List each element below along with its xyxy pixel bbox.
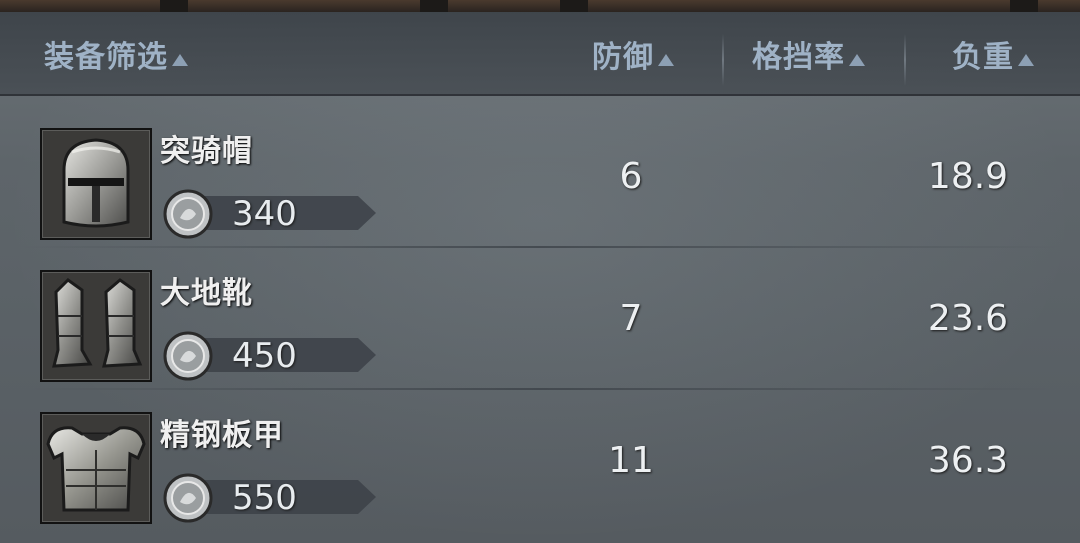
header-divider: [722, 34, 724, 86]
table-header: 装备筛选 防御 格挡率 负重: [0, 12, 1080, 96]
item-price: 340: [232, 194, 297, 234]
helmet-icon: [40, 128, 152, 240]
equipment-panel: 装备筛选 防御 格挡率 负重 突骑帽 340 6 18.9 大地靴 450 7 …: [0, 0, 1080, 543]
equipment-row[interactable]: 精钢板甲 550 11 36.3: [0, 390, 1080, 532]
item-name: 突骑帽: [160, 134, 253, 169]
sort-arrow-icon: [172, 54, 188, 66]
defense-value: 11: [608, 440, 654, 481]
block-rate-label: 格挡率: [752, 40, 845, 75]
equipment-row[interactable]: 突骑帽 340 6 18.9: [0, 106, 1080, 248]
defense-sort[interactable]: 防御: [592, 12, 674, 96]
item-price: 550: [232, 478, 297, 518]
silver-coin-icon: [163, 331, 213, 381]
block-rate-sort[interactable]: 格挡率: [752, 12, 865, 96]
equipment-filter-sort[interactable]: 装备筛选: [44, 12, 188, 96]
top-frame: [0, 0, 1080, 12]
plate-armor-icon: [40, 412, 152, 524]
defense-value: 7: [619, 298, 643, 339]
header-divider: [904, 34, 906, 86]
boots-icon: [40, 270, 152, 382]
price-tag: 450: [163, 331, 376, 381]
defense-value: 6: [619, 156, 643, 197]
weight-value: 23.6: [927, 298, 1009, 339]
sort-arrow-icon: [658, 54, 674, 66]
weight-sort[interactable]: 负重: [952, 12, 1034, 96]
price-tag: 550: [163, 473, 376, 523]
equipment-row[interactable]: 大地靴 450 7 23.6: [0, 248, 1080, 390]
price-tag: 340: [163, 189, 376, 239]
item-name: 大地靴: [160, 276, 253, 311]
defense-label: 防御: [592, 40, 654, 75]
item-name: 精钢板甲: [160, 418, 284, 453]
silver-coin-icon: [163, 189, 213, 239]
weight-value: 36.3: [927, 440, 1009, 481]
sort-arrow-icon: [849, 54, 865, 66]
weight-value: 18.9: [927, 156, 1009, 197]
item-price: 450: [232, 336, 297, 376]
silver-coin-icon: [163, 473, 213, 523]
sort-arrow-icon: [1018, 54, 1034, 66]
weight-label: 负重: [952, 40, 1014, 75]
equipment-filter-label: 装备筛选: [44, 40, 168, 75]
